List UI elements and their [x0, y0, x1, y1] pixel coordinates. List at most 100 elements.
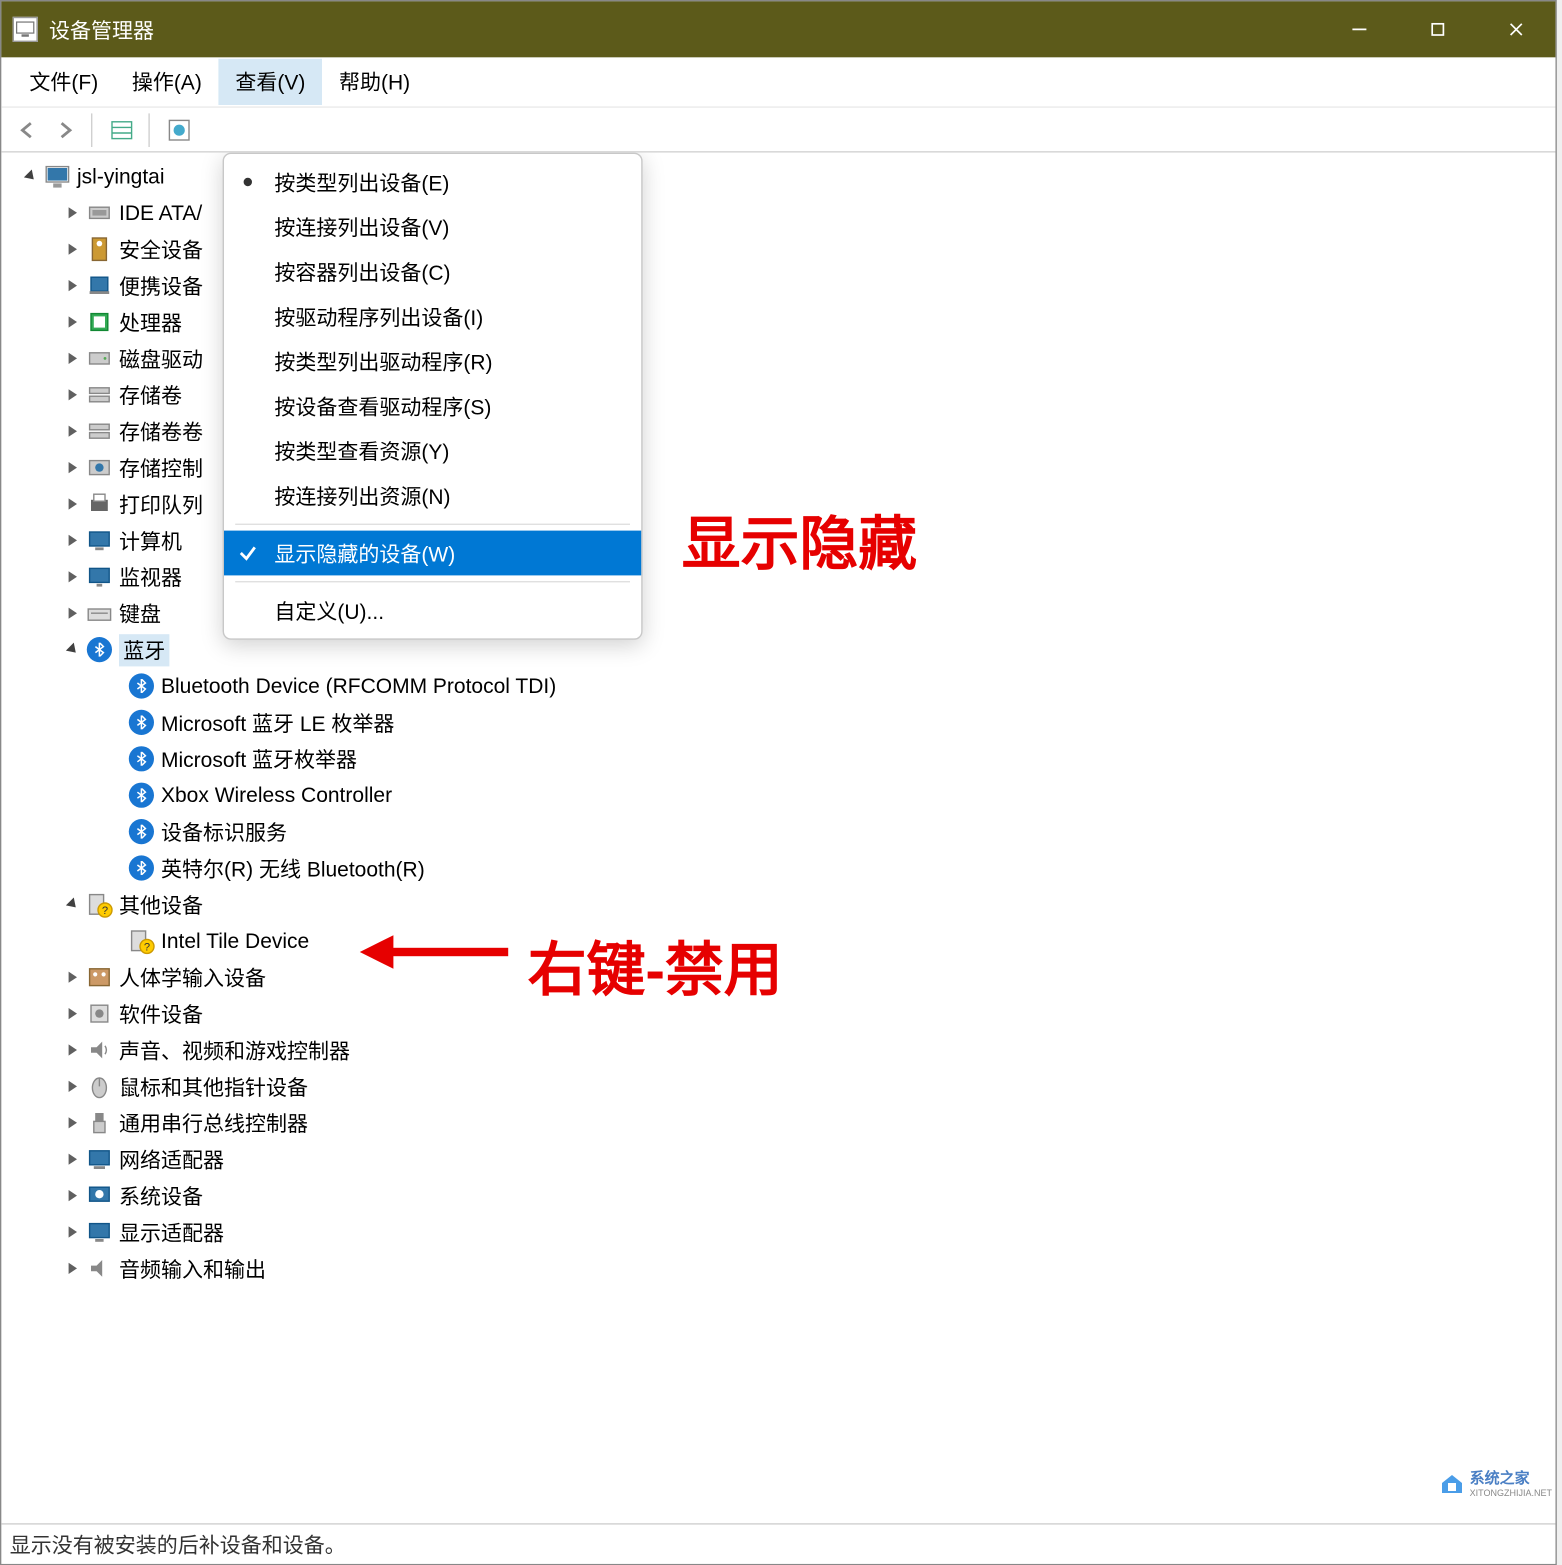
chevron-right-icon[interactable] — [63, 1040, 83, 1060]
tree-bluetooth-child[interactable]: Microsoft 蓝牙枚举器 — [13, 741, 1556, 777]
menu-view[interactable]: 查看(V) — [219, 59, 323, 105]
chevron-right-icon[interactable] — [63, 1259, 83, 1279]
close-button[interactable] — [1477, 1, 1555, 57]
hid-icon — [85, 963, 113, 991]
dropdown-item-res-by-connection[interactable]: 按连接列出资源(N) — [224, 473, 641, 518]
dropdown-item-by-container[interactable]: 按容器列出设备(C) — [224, 249, 641, 294]
maximize-button[interactable] — [1399, 1, 1477, 57]
chevron-right-icon[interactable] — [63, 203, 83, 223]
chevron-right-icon[interactable] — [63, 385, 83, 405]
bluetooth-icon — [85, 636, 113, 664]
tree-bluetooth-label: 蓝牙 — [119, 634, 169, 666]
menubar: 文件(F) 操作(A) 查看(V) 帮助(H) — [1, 57, 1555, 107]
tree-node-label: 声音、视频和游戏控制器 — [119, 1035, 350, 1064]
chevron-right-icon[interactable] — [63, 1149, 83, 1169]
menu-action[interactable]: 操作(A) — [115, 59, 219, 105]
tree-node-software[interactable]: 软件设备 — [13, 995, 1556, 1031]
dropdown-item-res-by-type[interactable]: 按类型查看资源(Y) — [224, 428, 641, 473]
tree-node-label: 通用串行总线控制器 — [119, 1108, 308, 1137]
tree-node-label: 计算机 — [119, 526, 182, 555]
tree-node-label: 打印队列 — [119, 489, 203, 518]
chevron-down-icon[interactable] — [63, 640, 83, 660]
dropdown-item-drivers-by-device[interactable]: 按设备查看驱动程序(S) — [224, 384, 641, 429]
arrow-line — [391, 948, 509, 956]
tree-node-display[interactable]: 显示适配器 — [13, 1214, 1556, 1250]
tree-bt-child-label: Microsoft 蓝牙枚举器 — [161, 744, 357, 773]
tree-node-hid[interactable]: 人体学输入设备 — [13, 959, 1556, 995]
portable-icon — [85, 272, 113, 300]
nav-back-button[interactable] — [10, 113, 46, 147]
dropdown-item-drivers-by-type[interactable]: 按类型列出驱动程序(R) — [224, 339, 641, 384]
menu-file[interactable]: 文件(F) — [13, 59, 115, 105]
nav-forward-button[interactable] — [46, 113, 82, 147]
chevron-down-icon[interactable] — [21, 167, 41, 187]
tree-node-network[interactable]: 网络适配器 — [13, 1141, 1556, 1177]
tree-bluetooth-child[interactable]: 英特尔(R) 无线 Bluetooth(R) — [13, 850, 1556, 886]
dropdown-item-show-hidden[interactable]: 显示隐藏的设备(W) — [224, 531, 641, 576]
bluetooth-icon — [127, 854, 155, 882]
tree-node-usb[interactable]: 通用串行总线控制器 — [13, 1105, 1556, 1141]
menu-help[interactable]: 帮助(H) — [322, 59, 427, 105]
tree-node-label: 便携设备 — [119, 271, 203, 300]
app-icon — [13, 17, 38, 42]
dropdown-item-by-connection[interactable]: 按连接列出设备(V) — [224, 204, 641, 249]
chevron-right-icon[interactable] — [63, 967, 83, 987]
chevron-right-icon[interactable] — [63, 1222, 83, 1242]
tree-bluetooth-child[interactable]: Bluetooth Device (RFCOMM Protocol TDI) — [13, 668, 1556, 704]
tree-bluetooth-child[interactable]: Microsoft 蓝牙 LE 枚举器 — [13, 704, 1556, 740]
view-dropdown-menu: 按类型列出设备(E) 按连接列出设备(V) 按容器列出设备(C) 按驱动程序列出… — [223, 153, 643, 640]
chevron-right-icon[interactable] — [63, 494, 83, 514]
software-icon — [85, 1000, 113, 1028]
watermark-logo-icon — [1438, 1469, 1466, 1497]
chevron-right-icon[interactable] — [63, 458, 83, 478]
tree-other-devices-node[interactable]: ? 其他设备 — [13, 886, 1556, 922]
audio-icon — [85, 1036, 113, 1064]
chevron-right-icon[interactable] — [63, 421, 83, 441]
computer-icon — [43, 162, 71, 190]
chevron-right-icon[interactable] — [63, 567, 83, 587]
tree-node-audioinout[interactable]: 音频输入和输出 — [13, 1250, 1556, 1286]
chevron-right-icon[interactable] — [63, 1113, 83, 1133]
tree-node-label: 安全设备 — [119, 235, 203, 264]
window-controls — [1320, 1, 1555, 57]
tree-node-mouse[interactable]: 鼠标和其他指针设备 — [13, 1068, 1556, 1104]
tree-intel-tile-device[interactable]: ? Intel Tile Device — [13, 923, 1556, 959]
tree-node-system[interactable]: 系统设备 — [13, 1177, 1556, 1213]
dropdown-item-customize[interactable]: 自定义(U)... — [224, 588, 641, 633]
chevron-right-icon[interactable] — [63, 1077, 83, 1097]
view-list-button[interactable] — [104, 113, 140, 147]
minimize-button[interactable] — [1320, 1, 1398, 57]
tree-bt-child-label: 英特尔(R) 无线 Bluetooth(R) — [161, 853, 425, 882]
tree-node-label: 键盘 — [119, 599, 161, 628]
chevron-right-icon[interactable] — [63, 1186, 83, 1206]
tree-intel-tile-label: Intel Tile Device — [161, 929, 309, 953]
tree-other-label: 其他设备 — [119, 890, 203, 919]
tree-node-audio[interactable]: 声音、视频和游戏控制器 — [13, 1032, 1556, 1068]
tree-node-label: 存储控制 — [119, 453, 203, 482]
bluetooth-icon — [127, 708, 155, 736]
chevron-right-icon[interactable] — [63, 239, 83, 259]
help-button[interactable] — [161, 113, 197, 147]
chevron-right-icon[interactable] — [63, 603, 83, 623]
unknown-device-icon: ? — [127, 927, 155, 955]
tree-bt-child-label: Microsoft 蓝牙 LE 枚举器 — [161, 708, 394, 737]
security-icon — [85, 235, 113, 263]
device-manager-window: 设备管理器 文件(F) 操作(A) 查看(V) 帮助(H) jsl-yingta… — [0, 0, 1557, 1565]
svg-text:?: ? — [102, 905, 108, 917]
watermark-url: XITONGZHIJIA.NET — [1470, 1488, 1552, 1498]
check-icon — [238, 543, 258, 563]
chevron-right-icon[interactable] — [63, 276, 83, 296]
chevron-right-icon[interactable] — [63, 1004, 83, 1024]
dropdown-item-by-driver[interactable]: 按驱动程序列出设备(I) — [224, 294, 641, 339]
tree-bluetooth-child[interactable]: 设备标识服务 — [13, 813, 1556, 849]
chevron-down-icon[interactable] — [63, 895, 83, 915]
audioinout-icon — [85, 1254, 113, 1282]
bluetooth-icon — [127, 818, 155, 846]
bluetooth-icon — [127, 745, 155, 773]
dropdown-item-by-type[interactable]: 按类型列出设备(E) — [224, 160, 641, 205]
tree-node-label: 处理器 — [119, 307, 182, 336]
chevron-right-icon[interactable] — [63, 312, 83, 332]
tree-bluetooth-child[interactable]: Xbox Wireless Controller — [13, 777, 1556, 813]
chevron-right-icon[interactable] — [63, 349, 83, 369]
chevron-right-icon[interactable] — [63, 531, 83, 551]
